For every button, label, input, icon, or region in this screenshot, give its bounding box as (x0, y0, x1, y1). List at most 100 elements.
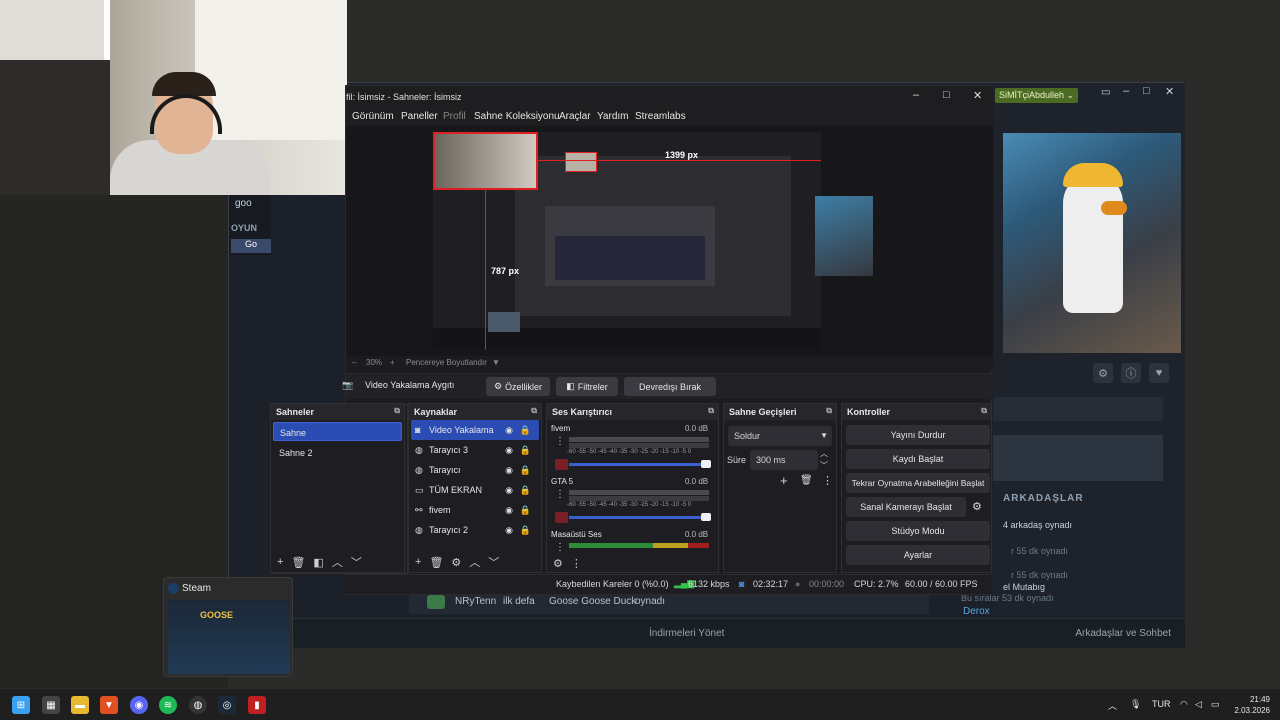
filters-button[interactable]: ◧ Filtreler (556, 377, 618, 396)
more-icon[interactable]: ⋮ (555, 489, 565, 500)
friend-name[interactable]: el Mutabıg (1003, 582, 1045, 592)
favorite-heart-icon[interactable]: ♥ (1149, 363, 1169, 383)
minimize-icon[interactable]: – (913, 89, 919, 101)
lock-icon[interactable]: 🔒 (520, 425, 531, 436)
properties-button[interactable]: ⚙ Özellikler (486, 377, 550, 396)
trash-icon[interactable]: 🗑 (800, 475, 813, 486)
manage-downloads[interactable]: İndirmeleri Yönet (649, 628, 724, 639)
scene-item[interactable]: Sahne (273, 422, 402, 441)
fit-to-window[interactable]: Pencereye Boyutlandır (406, 358, 487, 367)
wifi-icon[interactable]: ◠ (1180, 699, 1188, 710)
volume-slider[interactable] (569, 463, 709, 466)
battery-icon[interactable]: ▭ (1211, 699, 1220, 710)
selected-cam-source[interactable] (433, 132, 538, 190)
down-arrow-icon[interactable]: ﹀ (488, 554, 499, 570)
eye-icon[interactable]: ◉ (505, 485, 513, 496)
dock-popout-icon[interactable]: ⧉ (708, 406, 714, 416)
info-icon[interactable]: ⓘ (1121, 363, 1141, 383)
menu-streamlabs[interactable]: Streamlabs (635, 111, 686, 122)
clock[interactable]: 21:49 2.03.2026 (1234, 694, 1270, 716)
zoom-out-icon[interactable]: – (352, 358, 356, 367)
start-recording-button[interactable]: Kaydı Başlat (846, 449, 990, 469)
trash-icon[interactable]: 🗑 (291, 556, 305, 569)
more-icon[interactable]: ⋮ (571, 557, 582, 570)
filter-icon[interactable]: ◧ (313, 556, 323, 569)
maximize-icon[interactable]: □ (1143, 85, 1150, 97)
file-explorer-icon[interactable]: ▬ (71, 696, 89, 714)
tray-expand-icon[interactable]: ︿ (1108, 699, 1117, 712)
dock-popout-icon[interactable]: ⧉ (531, 406, 537, 416)
source-item[interactable]: ◍ Tarayıcı 2 ◉ 🔒 (411, 520, 539, 540)
gear-icon[interactable]: ⚙ (451, 556, 461, 569)
menu-gorunum[interactable]: Görünüm (352, 111, 394, 122)
settings-gear-icon[interactable]: ⚙ (1093, 363, 1113, 383)
preview-canvas[interactable]: 1399 px 787 px (433, 132, 873, 350)
store-icon[interactable]: ▦ (42, 696, 60, 714)
start-virtual-camera-button[interactable]: Sanal Kamerayı Başlat (846, 497, 966, 517)
stop-stream-button[interactable]: Yayını Durdur (846, 425, 990, 445)
lock-icon[interactable]: 🔒 (520, 525, 531, 536)
eye-icon[interactable]: ◉ (505, 505, 513, 516)
obs-icon[interactable]: ◍ (189, 696, 207, 714)
transition-select[interactable]: Soldur ▼ (728, 426, 832, 446)
dock-popout-icon[interactable]: ⧉ (981, 406, 987, 416)
volume-slider[interactable] (569, 516, 709, 519)
obs-preview[interactable]: 1399 px 787 px (346, 126, 993, 356)
maximize-icon[interactable]: □ (943, 89, 950, 101)
activity-user[interactable]: NRyTenn (455, 596, 496, 607)
brave-browser-icon[interactable]: ▼ (100, 696, 118, 714)
steam-user-menu[interactable]: SiMİTçiAbdulleh ⌄ (995, 88, 1079, 103)
down-arrow-icon[interactable]: ﹀ (351, 554, 362, 570)
eye-icon[interactable]: ◉ (505, 445, 513, 456)
minimize-icon[interactable]: – (1123, 85, 1129, 97)
more-icon[interactable]: ⋮ (822, 474, 833, 487)
volume-icon[interactable]: ◁ (1195, 699, 1202, 710)
game-list-item[interactable]: Go (231, 239, 271, 253)
screen-icon[interactable]: ▭ (1101, 87, 1110, 98)
menu-paneller[interactable]: Paneller (401, 111, 438, 122)
language-indicator[interactable]: TUR (1152, 699, 1171, 709)
mute-button[interactable] (555, 459, 568, 470)
eye-icon[interactable]: ◉ (505, 525, 513, 536)
dock-popout-icon[interactable]: ⧉ (394, 406, 400, 416)
source-item[interactable]: ◙ Video Yakalama ◉ 🔒 (411, 420, 539, 440)
fit-dropdown-icon[interactable]: ▼ (492, 358, 500, 367)
add-icon[interactable]: + (415, 556, 421, 568)
duration-input[interactable]: 300 ms (750, 450, 818, 470)
source-item[interactable]: ⚯ fivem ◉ 🔒 (411, 500, 539, 520)
menu-profil[interactable]: Profil (443, 111, 466, 122)
app-icon[interactable]: ▮ (248, 696, 266, 714)
lock-icon[interactable]: 🔒 (520, 445, 531, 456)
activity-game[interactable]: Goose Goose Duck (549, 596, 636, 607)
eye-icon[interactable]: ◉ (505, 425, 513, 436)
steam-taskbar-icon[interactable]: ◎ (218, 696, 236, 714)
gear-icon[interactable]: ⚙ (553, 557, 563, 570)
source-item[interactable]: ◍ Tarayıcı 3 ◉ 🔒 (411, 440, 539, 460)
deactivate-button[interactable]: Devredışı Bırak (624, 377, 716, 396)
scene-item[interactable]: Sahne 2 (273, 443, 402, 462)
up-arrow-icon[interactable]: ︿ (469, 554, 480, 570)
source-item[interactable]: ◍ Tarayıcı ◉ 🔒 (411, 460, 539, 480)
menu-sahne-koleksiyonu[interactable]: Sahne Koleksiyonu (474, 111, 560, 122)
windows-start-icon[interactable]: ⊞ (12, 696, 30, 714)
dock-popout-icon[interactable]: ⧉ (826, 406, 832, 416)
add-icon[interactable]: + (780, 473, 788, 488)
library-search[interactable]: goo (235, 198, 252, 209)
trash-icon[interactable]: 🗑 (429, 556, 443, 569)
microphone-icon[interactable]: 🎙 (1130, 699, 1141, 710)
friend-name-derox[interactable]: Derox (963, 606, 990, 617)
virtual-camera-gear-icon[interactable]: ⚙ (972, 500, 982, 513)
close-icon[interactable]: ✕ (1165, 85, 1174, 98)
settings-button[interactable]: Ayarlar (846, 545, 990, 565)
stepper-up-icon[interactable]: ︿ (820, 448, 828, 459)
eye-icon[interactable]: ◉ (505, 465, 513, 476)
stepper-down-icon[interactable]: ﹀ (820, 460, 828, 471)
volume-knob[interactable] (701, 460, 711, 468)
start-replay-buffer-button[interactable]: Tekrar Oynatma Arabelleğini Başlat (846, 473, 990, 493)
lock-icon[interactable]: 🔒 (520, 485, 531, 496)
taskbar-preview[interactable]: Steam GOOSE (163, 577, 293, 677)
source-item[interactable]: ▭ TÜM EKRAN ◉ 🔒 (411, 480, 539, 500)
lock-icon[interactable]: 🔒 (520, 505, 531, 516)
menu-araclar[interactable]: Araçlar (559, 111, 591, 122)
add-icon[interactable]: + (277, 556, 283, 568)
